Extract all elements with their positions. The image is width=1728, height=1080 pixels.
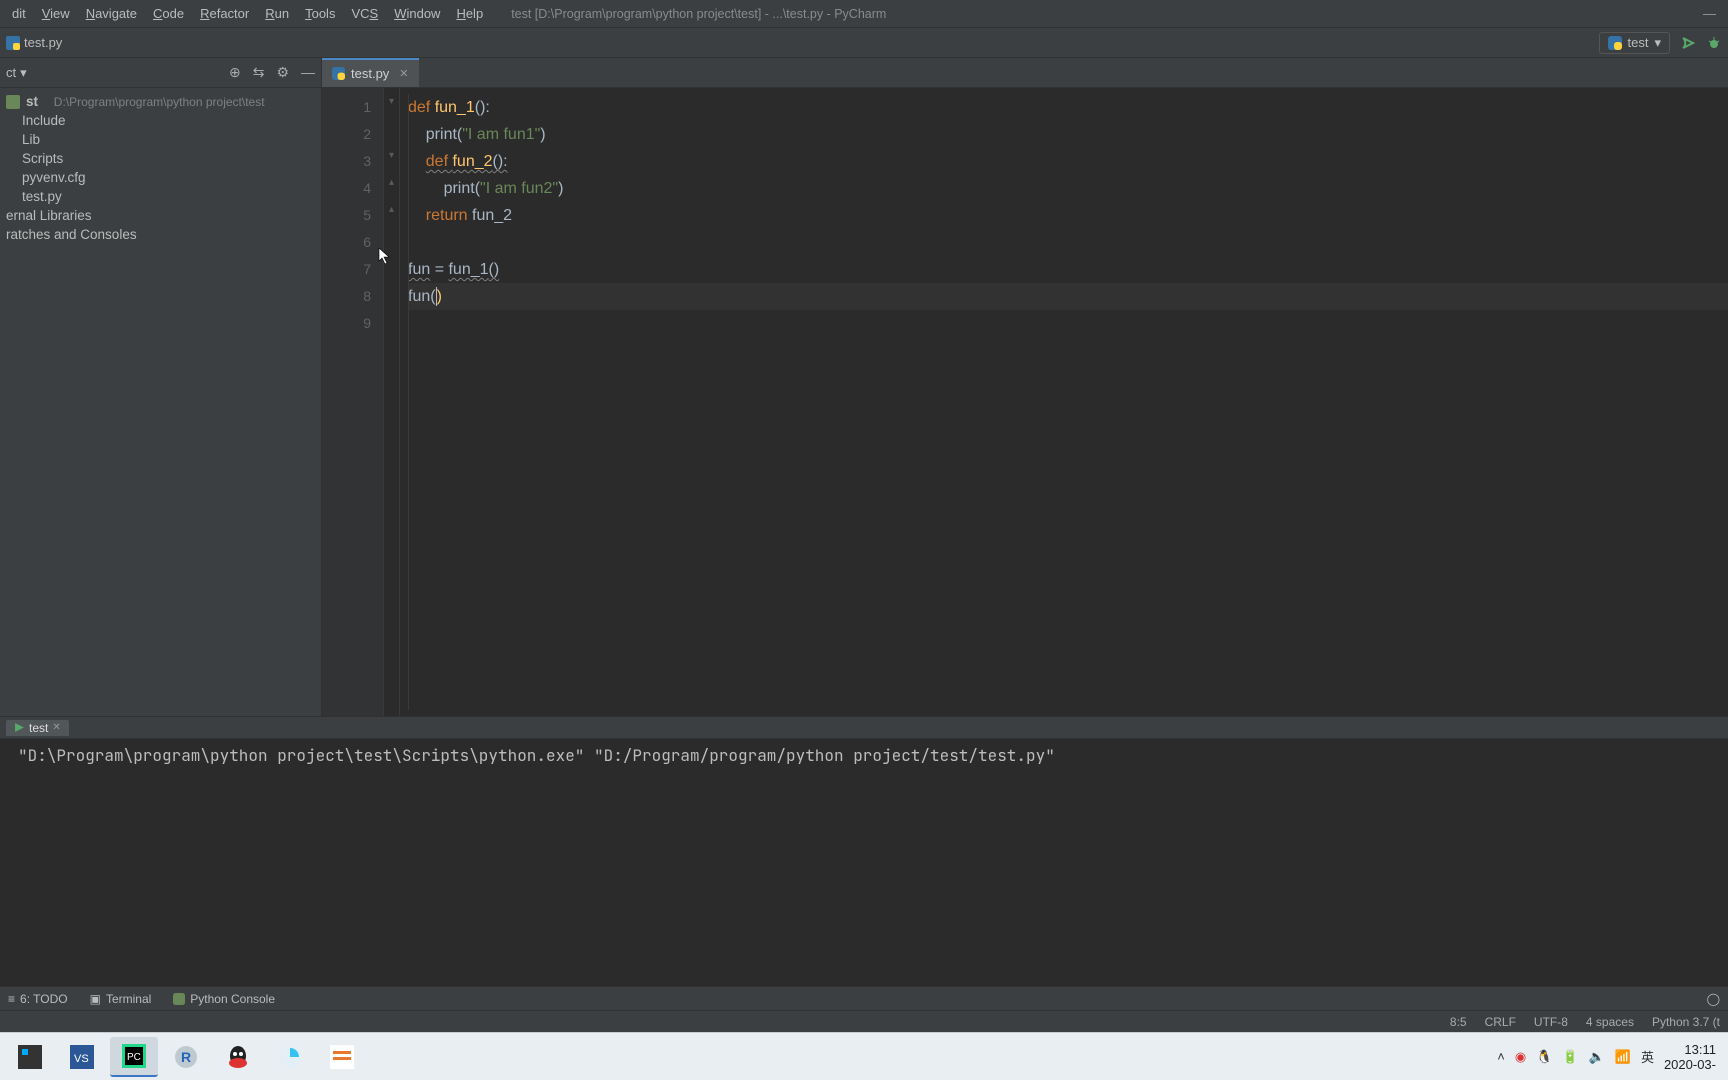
python-file-icon	[6, 36, 20, 50]
interpreter-status[interactable]: Python 3.7 (t	[1652, 1015, 1720, 1029]
taskbar-app[interactable]	[214, 1037, 262, 1077]
file-encoding[interactable]: UTF-8	[1534, 1015, 1568, 1029]
close-tab-icon[interactable]: ✕	[399, 67, 408, 80]
run-config-name: test	[1628, 35, 1649, 50]
editor-area: test.py ✕ 123456789 ▾▾▴▴ def fun_1(): pr…	[322, 58, 1728, 716]
run-tool-window: test ✕ "D:\Program\program\python projec…	[0, 716, 1728, 986]
fold-column[interactable]: ▾▾▴▴	[384, 88, 400, 716]
python-file-icon	[332, 67, 345, 80]
menu-dit[interactable]: dit	[4, 0, 34, 28]
taskbar-app[interactable]: R	[162, 1037, 210, 1077]
collapse-icon[interactable]: ⇆	[253, 64, 265, 81]
tray-icon[interactable]: ◉	[1515, 1049, 1526, 1065]
line-separator[interactable]: CRLF	[1485, 1015, 1516, 1029]
run-tab-label: test	[29, 721, 48, 735]
locate-icon[interactable]: ⊕	[229, 64, 241, 81]
menu-run[interactable]: Run	[257, 0, 297, 28]
menu-window[interactable]: Window	[386, 0, 448, 28]
navigation-bar: test.py test ▾	[0, 28, 1728, 58]
python-icon	[173, 993, 185, 1005]
windows-taskbar: VS PC R ˄ ◉ 🐧 🔋 🔈 📶 英 13:11 2020-03-	[0, 1032, 1728, 1080]
tray-chevron-icon[interactable]: ˄	[1497, 1049, 1505, 1064]
run-button[interactable]	[1680, 35, 1696, 51]
svg-text:PC: PC	[127, 1052, 141, 1063]
line-number-gutter[interactable]: 123456789	[322, 88, 384, 716]
taskbar-app[interactable]: VS	[58, 1037, 106, 1077]
editor-tab-bar: test.py ✕	[322, 58, 1728, 88]
close-icon[interactable]: ✕	[52, 722, 60, 733]
window-title: test [D:\Program\program\python project\…	[511, 7, 886, 21]
menu-code[interactable]: Code	[145, 0, 192, 28]
caret-position[interactable]: 8:5	[1450, 1015, 1467, 1029]
svg-text:VS: VS	[74, 1053, 89, 1065]
volume-icon[interactable]: 🔈	[1589, 1049, 1605, 1065]
editor-tab-label: test.py	[351, 66, 389, 81]
editor-tab[interactable]: test.py ✕	[322, 58, 419, 87]
menu-vcs[interactable]: VCS	[343, 0, 386, 28]
run-icon	[14, 722, 25, 733]
tree-item[interactable]: Lib	[0, 130, 321, 149]
ime-indicator[interactable]: 英	[1641, 1047, 1654, 1066]
code-editor[interactable]: 123456789 ▾▾▴▴ def fun_1(): print("I am …	[322, 88, 1728, 716]
python-console-tool-button[interactable]: Python Console	[173, 992, 275, 1006]
event-log-icon[interactable]: ◯	[1707, 992, 1720, 1006]
project-tree[interactable]: st D:\Program\program\python project\tes…	[0, 88, 321, 248]
menu-bar: ditViewNavigateCodeRefactorRunToolsVCSWi…	[0, 0, 1728, 28]
terminal-tool-button[interactable]: ▣Terminal	[90, 992, 152, 1006]
tree-root[interactable]: st D:\Program\program\python project\tes…	[0, 92, 321, 111]
debug-button[interactable]	[1706, 35, 1722, 51]
tree-item[interactable]: pyvenv.cfg	[0, 168, 321, 187]
taskbar-app-pycharm[interactable]: PC	[110, 1037, 158, 1077]
menu-refactor[interactable]: Refactor	[192, 0, 257, 28]
tool-window-bar: ≡6: TODO ▣Terminal Python Console ◯	[0, 986, 1728, 1010]
scratches-consoles[interactable]: ratches and Consoles	[0, 225, 321, 244]
taskbar-app[interactable]	[266, 1037, 314, 1077]
gear-icon[interactable]: ⚙	[276, 64, 289, 81]
menu-view[interactable]: View	[34, 0, 78, 28]
python-icon	[1608, 36, 1622, 50]
project-view-label[interactable]: ct ▾	[6, 65, 27, 81]
hide-icon[interactable]: —	[301, 64, 315, 81]
chevron-down-icon: ▾	[20, 65, 27, 81]
indent-status[interactable]: 4 spaces	[1586, 1015, 1634, 1029]
todo-tool-button[interactable]: ≡6: TODO	[8, 992, 68, 1006]
menu-navigate[interactable]: Navigate	[78, 0, 145, 28]
svg-text:R: R	[181, 1049, 191, 1065]
taskbar-clock[interactable]: 13:11 2020-03-	[1664, 1042, 1716, 1072]
taskbar-app[interactable]	[6, 1037, 54, 1077]
run-config-dropdown[interactable]: test ▾	[1599, 32, 1671, 54]
external-libraries[interactable]: ernal Libraries	[0, 206, 321, 225]
chevron-down-icon: ▾	[1654, 35, 1661, 51]
system-tray: ˄ ◉ 🐧 🔋 🔈 📶 英 13:11 2020-03-	[1497, 1042, 1722, 1072]
folder-icon	[6, 95, 20, 109]
battery-icon[interactable]: 🔋	[1562, 1049, 1578, 1065]
tree-item[interactable]: test.py	[0, 187, 321, 206]
tray-icon[interactable]: 🐧	[1536, 1049, 1552, 1065]
tree-item[interactable]: Scripts	[0, 149, 321, 168]
taskbar-app[interactable]	[318, 1037, 366, 1077]
menu-tools[interactable]: Tools	[297, 0, 343, 28]
minimize-button[interactable]: —	[1703, 6, 1716, 21]
code-content[interactable]: def fun_1(): print("I am fun1") def fun_…	[400, 88, 1728, 716]
project-tool-window: ct ▾ ⊕ ⇆ ⚙ — st D:\Program\program\pytho…	[0, 58, 322, 716]
menu-help[interactable]: Help	[448, 0, 491, 28]
console-output[interactable]: "D:\Program\program\python project\test\…	[0, 739, 1728, 986]
breadcrumb-file[interactable]: test.py	[24, 35, 62, 50]
tree-item[interactable]: Include	[0, 111, 321, 130]
wifi-icon[interactable]: 📶	[1615, 1049, 1631, 1065]
run-tab[interactable]: test ✕	[6, 720, 69, 736]
status-bar: 8:5 CRLF UTF-8 4 spaces Python 3.7 (t	[0, 1010, 1728, 1032]
